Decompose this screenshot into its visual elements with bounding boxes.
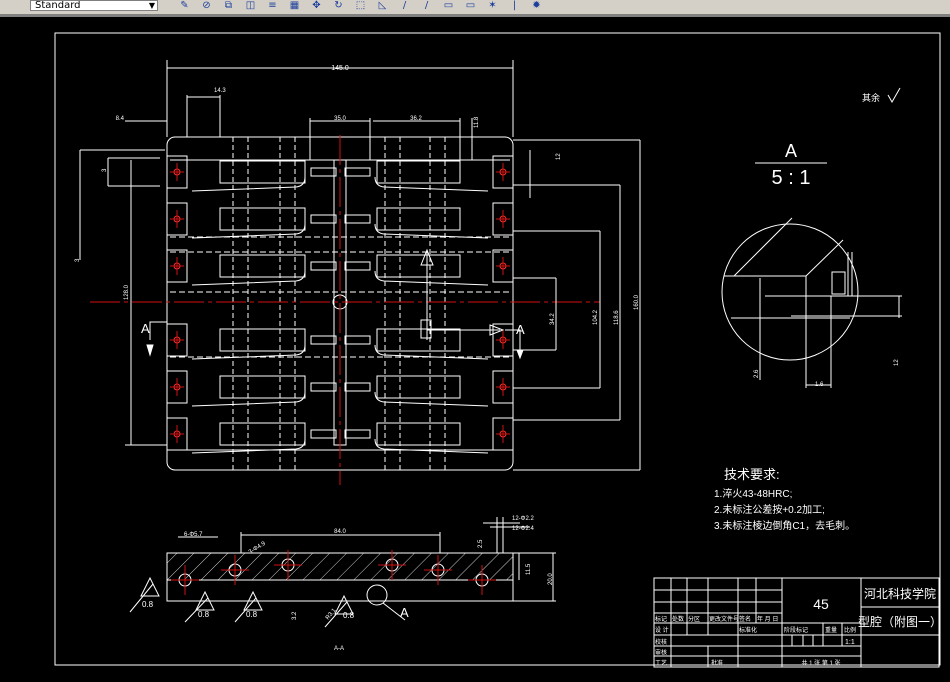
join-icon[interactable]: ▭	[464, 0, 477, 11]
weight-label: 重量	[825, 626, 837, 634]
school-name: 河北科技学院	[864, 586, 936, 601]
dimension-label: 34.2	[550, 313, 556, 325]
cavity	[376, 375, 461, 399]
extend-icon[interactable]: /	[420, 0, 433, 11]
section-title: A-A	[334, 646, 344, 652]
offset-icon[interactable]: ≡	[266, 0, 279, 11]
text-style-dropdown[interactable]: Standard ▼	[30, 0, 158, 11]
cavity	[376, 254, 461, 278]
tech-requirement-item: 3.未标注棱边倒角C1，去毛刺。	[714, 519, 855, 532]
row-label: 审核	[655, 649, 667, 657]
approve-label: 批准	[711, 659, 723, 667]
dimension-label: 160.0	[634, 294, 640, 310]
copy-icon[interactable]: ⧉	[222, 0, 235, 11]
drawing-canvas[interactable]: 145.014.38.4 35.0 36.2 11.812128.03334.2 104…	[0, 15, 950, 682]
dimension-label: 12-Φ2.4	[512, 526, 534, 532]
roughness-value: 0.8	[142, 600, 154, 609]
detail-circle	[721, 223, 859, 361]
header-cell: 年 月 日	[757, 615, 778, 623]
move-icon[interactable]: ✥	[310, 0, 323, 11]
material: 45	[813, 596, 829, 612]
break-icon[interactable]: ▭	[442, 0, 455, 11]
roughness-value: 0.8	[343, 611, 355, 620]
dimension-label: 12	[556, 153, 562, 160]
roughness-value: 0.8	[246, 610, 258, 619]
dimension-label: 20.0	[548, 573, 554, 585]
header-cell: 标记	[655, 615, 667, 623]
fillet-icon[interactable]: |	[508, 0, 521, 11]
dimension-label: 145.0	[331, 65, 349, 72]
dimension-label: 14.3	[214, 88, 226, 94]
drawing-name: 型腔（附图一）	[858, 614, 942, 629]
design-cell: 设 计	[655, 626, 669, 634]
sheet-count: 共 1 张 第 1 张	[801, 659, 840, 667]
header-cell: 更改文件号	[709, 615, 739, 623]
tech-requirement-item: 1.淬火43-48HRC;	[714, 487, 792, 500]
dimension-label: 11.8	[474, 116, 480, 128]
stage-label: 阶段标记	[784, 626, 808, 634]
cavity	[376, 422, 461, 446]
chamfer-icon[interactable]: ✶	[486, 0, 499, 11]
dimension-label: 35.0	[334, 116, 346, 122]
roughness-icon	[887, 87, 901, 104]
explode-icon[interactable]: ✹	[530, 0, 543, 11]
cavity	[376, 328, 461, 352]
detail-a-callout	[366, 584, 388, 606]
dimension-label: 36.2	[410, 116, 422, 122]
stretch-icon[interactable]: ◺	[376, 0, 389, 11]
match-properties-icon[interactable]: ✎	[178, 0, 191, 11]
dimension-label: 128.0	[124, 284, 130, 300]
array-icon[interactable]: ▦	[288, 0, 301, 11]
text-style-value: Standard	[35, 0, 81, 11]
erase-icon[interactable]: ⊘	[200, 0, 213, 11]
cavity	[376, 207, 461, 231]
cavity	[376, 160, 461, 184]
dimension-label: 12	[894, 359, 900, 366]
chevron-down-icon: ▼	[148, 1, 155, 10]
dimension-label: 3.2	[292, 611, 298, 620]
header-cell: 签名	[739, 615, 751, 623]
scale-label: 比例	[844, 626, 856, 634]
header-cell: 分区	[688, 615, 700, 623]
trim-icon[interactable]: /	[398, 0, 411, 11]
roughness-value: 0.8	[198, 610, 210, 619]
scale-value: 1:1	[845, 639, 855, 646]
dimension-label: 118.6	[614, 310, 620, 325]
detail-label: A	[785, 141, 797, 161]
tech-requirements-title: 技术要求:	[724, 467, 780, 482]
dimension-label: 6-Φ5.7	[184, 532, 203, 538]
header-cell: 处数	[672, 615, 684, 623]
detail-view-a	[721, 162, 902, 388]
row-label: 校核	[655, 638, 667, 646]
detail-a-marker: A	[400, 605, 409, 620]
dimension-label: 2.6	[754, 369, 760, 378]
section-hatch	[166, 552, 514, 581]
mirror-icon[interactable]: ◫	[244, 0, 257, 11]
row-label: 工艺	[655, 659, 667, 667]
tech-requirement-item: 2.未标注公差按+0.2加工;	[714, 503, 825, 516]
section-arrow-left	[149, 321, 167, 340]
dimension-label: 8.4	[116, 116, 125, 122]
detail-scale: 5 : 1	[772, 167, 811, 189]
modify-toolbar: Standard ▼ ✎ ⊘ ⧉ ◫ ≡ ▦ ✥ ↻ ⬚ ◺ / / ▭ ▭ ✶ | ✹	[0, 0, 950, 15]
roughness-note: 其余	[862, 92, 880, 103]
rotate-icon[interactable]: ↻	[332, 0, 345, 11]
dimension-label: 104.2	[593, 309, 599, 325]
section-marker-right: A	[516, 322, 525, 337]
dimension-label: 2.5	[478, 539, 484, 548]
dimension-label: 11.5	[526, 563, 532, 575]
dimension-label: 12-Φ2.2	[512, 516, 534, 522]
dimension-label: 84.0	[334, 529, 346, 535]
scale-icon[interactable]: ⬚	[354, 0, 367, 11]
dimension-label: 3	[102, 168, 108, 172]
section-marker-left: A	[141, 321, 150, 336]
design-cell: 标准化	[739, 626, 757, 634]
plan-view	[79, 60, 641, 485]
dimension-label: 1.6	[815, 382, 824, 388]
